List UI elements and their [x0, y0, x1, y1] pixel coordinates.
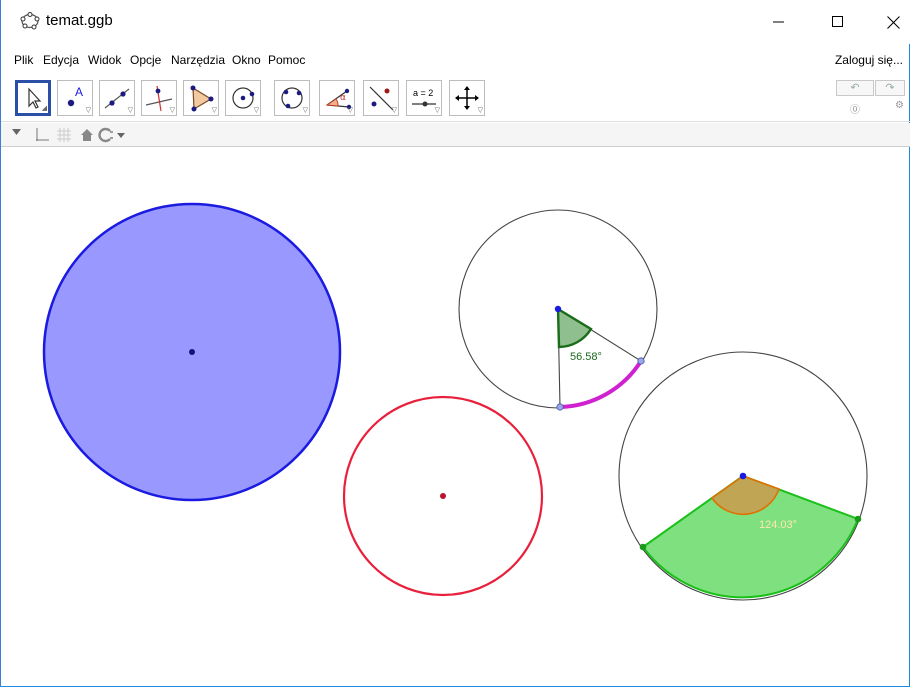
move-tool-button[interactable]: ◢ — [15, 80, 51, 116]
angle-label-1: 56.58° — [570, 351, 602, 363]
maximize-icon — [832, 16, 843, 27]
tool-menu-indicator: ▽ — [391, 107, 397, 114]
tool-menu-indicator: ▽ — [347, 107, 353, 114]
angle-sector-1[interactable] — [556, 306, 593, 349]
axes-toggle-icon[interactable] — [34, 127, 50, 143]
menu-opcje[interactable]: Opcje — [130, 53, 161, 67]
undo-button[interactable]: ↶ — [836, 80, 874, 96]
close-icon — [886, 15, 900, 29]
sector-endpoint-left[interactable] — [639, 543, 647, 551]
point-tool-label: A — [75, 85, 83, 99]
tool-menu-indicator: ▽ — [169, 107, 175, 114]
login-link[interactable]: Zaloguj się... — [835, 53, 903, 67]
reflect-tool-button[interactable]: ▽ — [363, 80, 399, 116]
tool-menu-indicator: ▽ — [302, 107, 308, 114]
slider-tool-label: a = 2 — [413, 88, 433, 98]
style-bar — [1, 123, 910, 147]
move-graphics-view-tool-button[interactable]: ▽ — [449, 80, 485, 116]
menu-widok[interactable]: Widok — [88, 53, 121, 67]
settings-gear-icon[interactable]: ⚙ — [895, 100, 904, 111]
tool-menu-indicator: ◢ — [41, 105, 47, 112]
menu-plik[interactable]: Plik — [14, 53, 33, 67]
maximize-button[interactable] — [818, 8, 858, 36]
grid-toggle-icon[interactable] — [56, 127, 72, 143]
point-capture-icon[interactable] — [98, 127, 128, 143]
undo-icon: ↶ — [850, 82, 860, 94]
sector-endpoint-right[interactable] — [854, 515, 862, 523]
menu-okno[interactable]: Okno — [232, 53, 261, 67]
graphics-canvas[interactable]: 56.58° 124.03° — [1, 148, 910, 687]
tool-menu-indicator: ▽ — [211, 107, 217, 114]
circle-center-point-top[interactable] — [554, 305, 562, 313]
minimize-icon — [773, 21, 784, 23]
perpendicular-tool-button[interactable]: ▽ — [141, 80, 177, 116]
angle-tool-symbol: α — [340, 93, 346, 103]
app-window: temat.ggb Plik Edycja Widok Opcje Narzęd… — [0, 0, 910, 687]
tool-menu-indicator: ▽ — [85, 107, 91, 114]
window-title: temat.ggb — [46, 12, 113, 29]
arc-endpoint-bottom[interactable] — [556, 403, 564, 411]
menu-pomoc[interactable]: Pomoc — [268, 53, 305, 67]
menu-narzedzia[interactable]: Narzędzia — [171, 53, 225, 67]
close-button[interactable] — [873, 8, 910, 36]
tool-menu-indicator: ▽ — [477, 107, 483, 114]
tool-menu-indicator: ▽ — [434, 107, 440, 114]
minimize-button[interactable] — [759, 8, 799, 36]
geogebra-logo-icon — [20, 12, 40, 30]
polygon-tool-button[interactable]: ▽ — [183, 80, 219, 116]
menu-edycja[interactable]: Edycja — [43, 53, 79, 67]
graphics-view[interactable]: 56.58° 124.03° — [1, 148, 910, 687]
magenta-arc[interactable] — [559, 359, 643, 409]
help-icon[interactable]: ⓪ — [850, 101, 860, 116]
tool-menu-indicator: ▽ — [127, 107, 133, 114]
circle-center-point-tool-button[interactable]: ▽ — [225, 80, 261, 116]
arc-endpoint-right[interactable] — [637, 357, 645, 365]
redo-button[interactable]: ↷ — [875, 80, 905, 96]
sector-center-point[interactable] — [739, 472, 747, 480]
toolbar: ◢ A ▽ ▽ ▽ ▽ ▽ ▽ α ▽ ▽ a = 2 ▽ ▽ ↶ ↷ — [1, 74, 910, 122]
redo-icon: ↷ — [885, 82, 895, 94]
red-circle-center-point[interactable] — [440, 493, 446, 499]
circle-three-points-tool-button[interactable]: ▽ — [274, 80, 310, 116]
title-bar: temat.ggb — [1, 0, 910, 44]
blue-circle-center-point[interactable] — [189, 349, 195, 355]
point-tool-button[interactable]: A ▽ — [57, 80, 93, 116]
home-icon[interactable] — [79, 127, 95, 143]
angle-tool-button[interactable]: α ▽ — [319, 80, 355, 116]
slider-tool-button[interactable]: a = 2 ▽ — [406, 80, 442, 116]
stylebar-toggle-icon[interactable] — [12, 129, 22, 137]
line-tool-button[interactable]: ▽ — [99, 80, 135, 116]
angle-label-2: 124.03° — [759, 519, 797, 531]
menu-bar: Plik Edycja Widok Opcje Narzędzia Okno P… — [1, 50, 910, 72]
tool-menu-indicator: ▽ — [253, 107, 259, 114]
